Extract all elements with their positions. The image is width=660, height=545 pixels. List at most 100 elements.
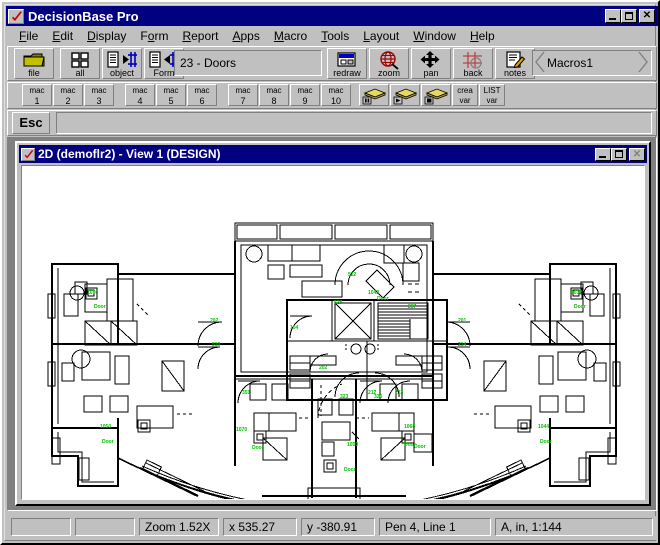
document-minimize-button[interactable] <box>595 147 611 161</box>
document-title: 2D (demoflr2) - View 1 (DESIGN) <box>38 147 221 161</box>
svg-text:510: 510 <box>212 342 221 348</box>
close-icon: ✕ <box>632 148 642 160</box>
notes-button[interactable]: notes <box>495 48 535 79</box>
macro-button-8[interactable]: mac 8 <box>259 84 289 106</box>
macro-number: 5 <box>168 96 174 106</box>
menu-help[interactable]: Help <box>463 28 502 44</box>
status-pane-1 <box>11 518 71 536</box>
all-button[interactable]: all <box>60 48 100 79</box>
title-bar[interactable]: DecisionBase Pro ✕ <box>6 6 658 26</box>
x-coord-pane: x 535.27 <box>223 518 297 536</box>
macro-number: 8 <box>271 96 277 106</box>
checkmark-icon[interactable] <box>21 147 35 161</box>
svg-text:Door: Door <box>102 439 114 445</box>
units-pane: A, in, 1:144 <box>495 518 653 536</box>
macro-button-3[interactable]: mac 3 <box>84 84 114 106</box>
macro-button-2[interactable]: mac 2 <box>53 84 83 106</box>
file-button[interactable]: file <box>14 48 54 79</box>
macro-button-7[interactable]: mac 7 <box>228 84 258 106</box>
app-title: DecisionBase Pro <box>28 8 139 24</box>
menu-report[interactable]: Report <box>175 28 225 44</box>
svg-text:104: 104 <box>290 325 299 331</box>
menu-apps[interactable]: Apps <box>225 28 266 44</box>
object-button[interactable]: object <box>102 48 142 79</box>
svg-text:Door: Door <box>377 296 389 302</box>
macro-button-5[interactable]: mac 5 <box>156 84 186 106</box>
back-button[interactable]: back <box>453 48 493 79</box>
document-close-button[interactable]: ✕ <box>629 147 645 161</box>
svg-text:1050: 1050 <box>347 442 358 448</box>
object-button-label: object <box>109 68 135 78</box>
zoom-button[interactable]: zoom <box>369 48 409 79</box>
svg-text:287: 287 <box>408 304 417 310</box>
macro-selector-value: Macros1 <box>547 56 594 70</box>
minimize-button[interactable] <box>605 9 621 23</box>
maximize-button[interactable] <box>621 9 637 23</box>
menu-window[interactable]: Window <box>406 28 463 44</box>
zoom-button-label: zoom <box>377 68 400 78</box>
svg-text:Door: Door <box>574 304 586 310</box>
svg-text:323: 323 <box>340 394 349 400</box>
svg-text:201: 201 <box>458 318 467 324</box>
macro-label: mac <box>29 86 45 95</box>
macro-button-10[interactable]: mac 10 <box>321 84 351 106</box>
pan-button[interactable]: pan <box>411 48 451 79</box>
macro-number: 1 <box>34 96 40 106</box>
macro-number: 9 <box>302 96 308 106</box>
svg-text:Door: Door <box>94 304 106 310</box>
redraw-button[interactable]: redraw <box>327 48 367 79</box>
macro-button-6[interactable]: mac 6 <box>187 84 217 106</box>
object-selector-field[interactable]: 23 - Doors <box>174 50 322 76</box>
macro-number: 2 <box>65 96 71 106</box>
notes-button-label: notes <box>503 68 527 78</box>
application-window: DecisionBase Pro ✕ File Edit Display For… <box>0 0 660 545</box>
macro-label: mac <box>91 86 107 95</box>
menu-edit[interactable]: Edit <box>45 28 80 44</box>
macro-button-4[interactable]: mac 4 <box>125 84 155 106</box>
document-maximize-button[interactable] <box>611 147 627 161</box>
zoom-pane: Zoom 1.52X <box>139 518 219 536</box>
menu-macro[interactable]: Macro <box>267 28 314 44</box>
svg-text:1044: 1044 <box>538 424 549 430</box>
list-var-button[interactable]: LIST var <box>479 84 505 106</box>
macro-pause-button[interactable] <box>359 84 389 106</box>
menu-display[interactable]: Display <box>80 28 133 44</box>
menu-bar: File Edit Display Form Report Apps Macro… <box>6 27 658 45</box>
macro-button-9[interactable]: mac 9 <box>290 84 320 106</box>
svg-text:528: 528 <box>334 300 343 306</box>
macro-number: 6 <box>199 96 205 106</box>
list-var-line1: LIST <box>483 86 501 95</box>
macro-button-1[interactable]: mac 1 <box>22 84 52 106</box>
create-var-button[interactable]: crea var <box>452 84 478 106</box>
command-input[interactable] <box>56 112 652 134</box>
pause-icon <box>362 88 387 105</box>
menu-file[interactable]: File <box>12 28 45 44</box>
macro-play-button[interactable] <box>390 84 420 106</box>
macro-number: 3 <box>96 96 102 106</box>
file-button-label: file <box>28 68 40 78</box>
menu-tools[interactable]: Tools <box>314 28 356 44</box>
document-title-bar[interactable]: 2D (demoflr2) - View 1 (DESIGN) ✕ <box>19 145 647 163</box>
macro-label: mac <box>194 86 210 95</box>
macro-selector[interactable]: Macros1 <box>532 50 652 76</box>
svg-text:351: 351 <box>242 390 251 396</box>
drawing-canvas[interactable]: 522 1042 Door 528 287 104 202 323 326 20… <box>21 165 645 500</box>
svg-text:1068: 1068 <box>404 424 415 430</box>
left-arrow-icon[interactable] <box>533 51 547 76</box>
right-arrow-icon[interactable] <box>635 51 651 76</box>
checkmark-icon[interactable] <box>8 8 24 24</box>
esc-button[interactable]: Esc <box>12 112 50 134</box>
macro-label: mac <box>297 86 313 95</box>
macro-label: mac <box>235 86 251 95</box>
status-bar: Zoom 1.52X x 535.27 y -380.91 Pen 4, Lin… <box>7 516 657 540</box>
menu-layout[interactable]: Layout <box>356 28 406 44</box>
status-pane-2 <box>75 518 135 536</box>
menu-form[interactable]: Form <box>133 28 175 44</box>
pen-pane: Pen 4, Line 1 <box>379 518 491 536</box>
redraw-button-label: redraw <box>333 68 361 78</box>
pan-button-label: pan <box>423 68 439 78</box>
macro-stop-button[interactable] <box>421 84 451 106</box>
svg-text:212: 212 <box>368 390 377 396</box>
close-button[interactable]: ✕ <box>639 9 655 23</box>
svg-text:202: 202 <box>210 318 219 324</box>
